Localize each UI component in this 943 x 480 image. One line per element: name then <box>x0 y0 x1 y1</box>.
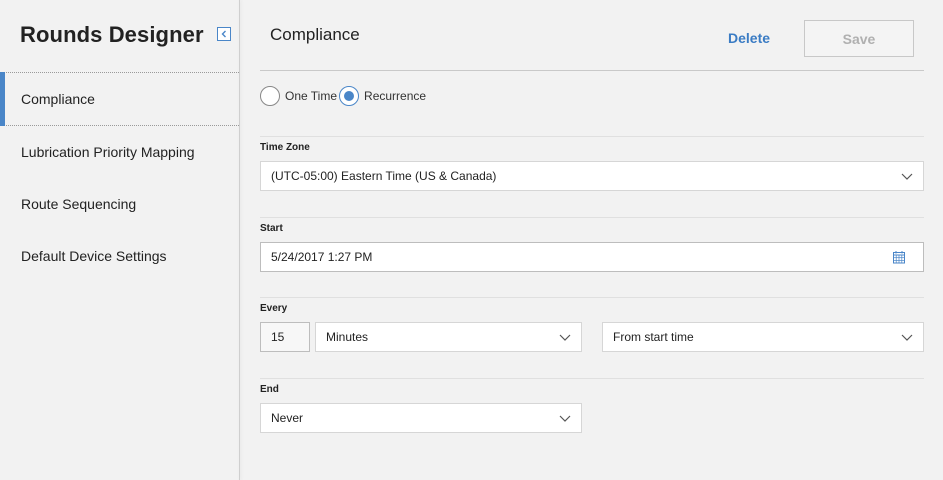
time-zone-label: Time Zone <box>260 142 310 153</box>
start-datetime-value: 5/24/2017 1:27 PM <box>271 250 373 264</box>
every-unit-select[interactable]: Minutes <box>315 322 582 352</box>
collapse-sidebar-button[interactable] <box>217 27 231 41</box>
recurrence-radio[interactable] <box>339 86 360 106</box>
section-divider <box>260 378 924 379</box>
every-basis-select[interactable]: From start time <box>602 322 924 352</box>
chevron-down-icon <box>559 415 571 422</box>
sidebar-nav: Compliance Lubrication Priority Mapping … <box>0 72 239 282</box>
section-divider <box>260 217 924 218</box>
every-count-input[interactable]: 15 <box>260 322 310 352</box>
sidebar-item-route-sequencing[interactable]: Route Sequencing <box>0 178 239 230</box>
sidebar-item-label: Lubrication Priority Mapping <box>21 144 195 160</box>
chevron-down-icon <box>559 334 571 341</box>
end-value: Never <box>271 411 304 425</box>
time-zone-select[interactable]: (UTC-05:00) Eastern Time (US & Canada) <box>260 161 924 191</box>
sidebar-item-label: Compliance <box>21 91 95 107</box>
one-time-radio[interactable] <box>260 86 280 106</box>
sidebar-item-compliance[interactable]: Compliance <box>0 72 239 126</box>
chevron-down-icon <box>901 334 913 341</box>
header-divider <box>260 70 924 71</box>
app-title: Rounds Designer <box>20 22 204 47</box>
calendar-icon[interactable] <box>892 250 906 264</box>
every-count-value: 15 <box>271 330 285 344</box>
start-label: Start <box>260 223 283 234</box>
main-panel: Compliance Delete Save One Time Recurren… <box>240 0 943 480</box>
chevron-down-icon <box>901 173 913 180</box>
start-datetime-input[interactable]: 5/24/2017 1:27 PM <box>260 242 924 272</box>
delete-button[interactable]: Delete <box>728 30 770 46</box>
every-label: Every <box>260 303 288 314</box>
page-title: Compliance <box>270 25 360 44</box>
one-time-label[interactable]: One Time <box>285 89 337 103</box>
sidebar-item-default-device-settings[interactable]: Default Device Settings <box>0 230 239 282</box>
section-divider <box>260 136 924 137</box>
every-unit-value: Minutes <box>326 330 369 344</box>
time-zone-value: (UTC-05:00) Eastern Time (US & Canada) <box>271 169 497 183</box>
save-button[interactable]: Save <box>804 20 914 57</box>
end-label: End <box>260 384 279 395</box>
schedule-type-radio-group: One Time Recurrence <box>260 85 428 107</box>
end-select[interactable]: Never <box>260 403 582 433</box>
sidebar-item-label: Route Sequencing <box>21 196 137 212</box>
sidebar-item-lubrication-priority-mapping[interactable]: Lubrication Priority Mapping <box>0 126 239 178</box>
sidebar-item-label: Default Device Settings <box>21 248 167 264</box>
collapse-left-icon <box>221 30 226 38</box>
sidebar: Rounds Designer Compliance Lubrication P… <box>0 0 239 480</box>
recurrence-label[interactable]: Recurrence <box>364 89 426 103</box>
section-divider <box>260 297 924 298</box>
every-basis-value: From start time <box>613 330 694 344</box>
